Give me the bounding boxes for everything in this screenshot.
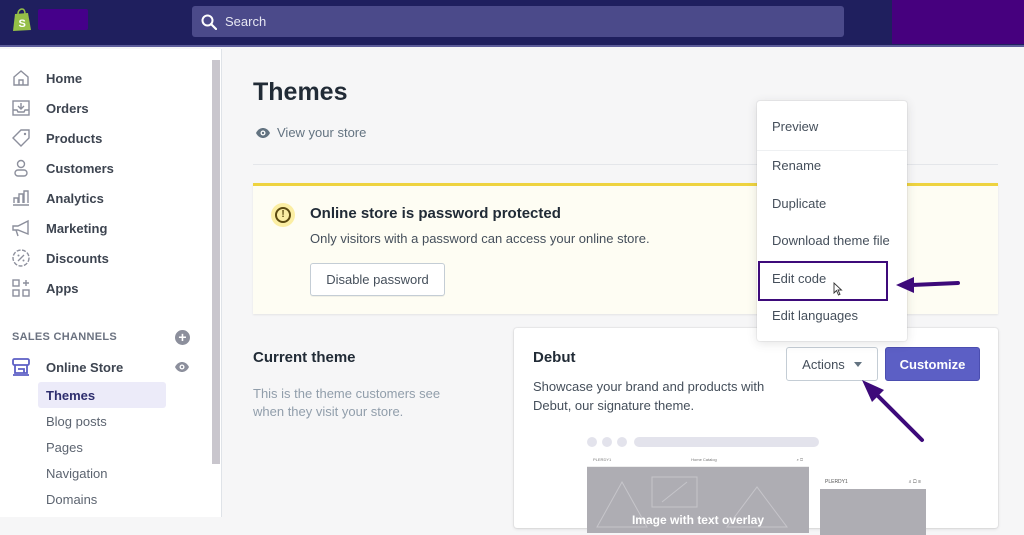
caret-down-icon [853, 361, 862, 367]
sidebar-item-label: Apps [46, 280, 79, 296]
preview-brand: PLERDY1 [593, 457, 612, 462]
preview-icons: ⌕ ▢ [796, 457, 803, 462]
sidebar-item-analytics[interactable]: Analytics [0, 183, 210, 213]
theme-card: Debut Showcase your brand and products w… [514, 328, 998, 535]
browser-url-bar [634, 437, 819, 447]
sidebar-item-home[interactable]: Home [0, 63, 210, 93]
preview-mobile-icons: ⌕ ▢ ≡ [908, 479, 921, 485]
preview-links: Home Catalog [691, 457, 717, 462]
preview-mobile-brand: PLERDY1 [825, 479, 848, 485]
preview-mobile-hero [820, 489, 926, 535]
preview-hero-text: Image with text overlay [631, 513, 765, 527]
banner-text: Only visitors with a password can access… [310, 231, 650, 246]
theme-description: Showcase your brand and products with De… [533, 379, 765, 413]
eye-icon [256, 127, 270, 138]
tag-icon [11, 128, 31, 148]
edit-code-highlight [758, 261, 888, 301]
sidebar-item-label: Analytics [46, 190, 104, 206]
person-icon [11, 158, 31, 178]
menu-item-preview[interactable]: Preview [757, 111, 907, 141]
sidebar-item-label: Home [46, 70, 83, 86]
search-input[interactable]: Search [192, 6, 844, 37]
shopify-bag-icon[interactable]: S [12, 8, 32, 32]
current-theme-description: This is the theme customers see when the… [253, 386, 441, 419]
disable-password-button[interactable]: Disable password [310, 263, 445, 296]
menu-item-duplicate[interactable]: Duplicate [757, 188, 907, 218]
sidebar-item-label: Orders [46, 100, 89, 116]
store-name-redacted [38, 9, 88, 30]
actions-button[interactable]: Actions [786, 347, 878, 381]
menu-item-rename[interactable]: Rename [757, 150, 907, 180]
browser-dots [587, 437, 627, 447]
preview-hero-image: Image with text overlay [587, 467, 809, 533]
sidebar-item-label: Products [46, 130, 103, 146]
actions-menu: Preview Rename Duplicate Download theme … [757, 101, 907, 341]
actions-label: Actions [802, 356, 845, 372]
sidebar-item-label: Online Store [46, 359, 124, 375]
bar-chart-icon [11, 188, 31, 208]
sidebar-subitem-navigation[interactable]: Navigation [38, 460, 166, 486]
sidebar-item-marketing[interactable]: Marketing [0, 213, 210, 243]
sidebar-subitem-themes[interactable]: Themes [38, 382, 166, 408]
sidebar-item-products[interactable]: Products [0, 123, 210, 153]
user-menu-redacted[interactable] [892, 0, 1024, 44]
view-store-label: View your store [277, 125, 367, 140]
sidebar-item-label: Marketing [46, 220, 108, 236]
desktop-preview: PLERDY1 Home Catalog ⌕ ▢ Image with text… [587, 453, 809, 533]
sidebar-item-customers[interactable]: Customers [0, 153, 210, 183]
apps-grid-icon [11, 278, 31, 298]
mobile-preview: PLERDY1 ⌕ ▢ ≡ [820, 475, 926, 535]
warning-icon: ! [271, 203, 295, 227]
current-theme-heading: Current theme [253, 349, 356, 366]
plus-circle-icon[interactable]: + [175, 330, 190, 345]
theme-name: Debut [533, 349, 576, 366]
sidebar-item-orders[interactable]: Orders [0, 93, 210, 123]
sidebar-item-discounts[interactable]: Discounts [0, 243, 210, 273]
sidebar-subitem-domains[interactable]: Domains [38, 486, 166, 512]
svg-text:S: S [19, 18, 26, 30]
home-icon [11, 68, 31, 88]
customize-button[interactable]: Customize [885, 347, 980, 381]
top-bar: S Search [0, 0, 1024, 47]
page-title: Themes [253, 78, 348, 106]
orders-inbox-icon [11, 98, 31, 118]
sidebar-subitem-blog-posts[interactable]: Blog posts [38, 408, 166, 434]
storefront-icon [11, 357, 31, 377]
sidebar-subitem-pages[interactable]: Pages [38, 434, 166, 460]
sidebar-item-label: Discounts [46, 250, 109, 266]
search-placeholder: Search [225, 14, 267, 29]
menu-item-download-theme-file[interactable]: Download theme file [757, 225, 907, 255]
sales-channels-heading: SALES CHANNELS [12, 331, 118, 343]
discount-badge-icon [11, 248, 31, 268]
sidebar-item-label: Customers [46, 160, 114, 176]
menu-item-edit-languages[interactable]: Edit languages [757, 300, 907, 330]
search-icon [201, 14, 217, 30]
banner-title: Online store is password protected [310, 205, 561, 222]
sidebar-scrollbar[interactable] [212, 60, 220, 464]
megaphone-icon [11, 218, 31, 238]
eye-icon[interactable] [174, 361, 190, 373]
sidebar-item-apps[interactable]: Apps [0, 273, 210, 303]
view-store-link[interactable]: View your store [255, 125, 366, 140]
mouse-cursor-icon [833, 282, 843, 296]
